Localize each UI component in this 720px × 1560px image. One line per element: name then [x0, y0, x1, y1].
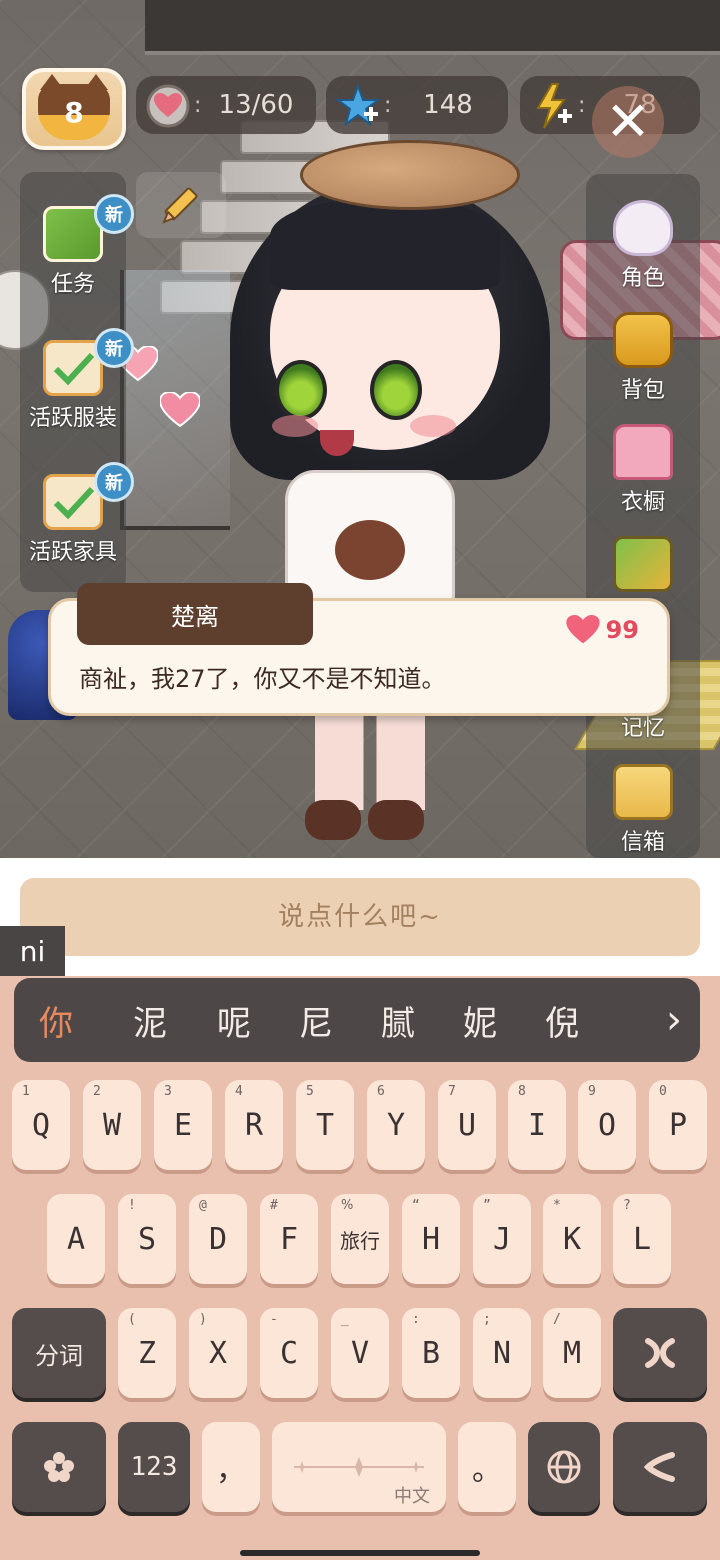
sidebar-item-wardrobe[interactable]: 衣橱	[590, 424, 696, 516]
key-u[interactable]: 7U	[438, 1080, 496, 1170]
beret	[300, 140, 520, 210]
key-q[interactable]: 1Q	[12, 1080, 70, 1170]
candidate-item[interactable]: 妮	[440, 978, 520, 1062]
dialog-box[interactable]: 楚离 99 商祉，我27了，你又不是不知道。	[48, 583, 670, 716]
new-badge: 新	[94, 462, 134, 502]
period-key[interactable]: 。	[458, 1422, 516, 1512]
shirt-icon	[613, 424, 673, 480]
sidebar-item-character[interactable]: 角色	[590, 200, 696, 292]
key-j[interactable]: ” J	[473, 1194, 531, 1284]
envelope-icon	[613, 764, 673, 820]
key-m[interactable]: / M	[543, 1308, 601, 1398]
character-chuli[interactable]	[210, 140, 570, 858]
heart-icon	[565, 615, 600, 644]
fox-character-icon	[613, 200, 673, 256]
key-f[interactable]: # F	[260, 1194, 318, 1284]
key-c[interactable]: -C	[260, 1308, 318, 1398]
sidebar-item-paint[interactable]	[590, 536, 696, 592]
key-g[interactable]: % 旅行	[331, 1194, 389, 1284]
sidebar-item-active-outfits[interactable]: 新 活跃服装	[20, 328, 134, 432]
globe-key[interactable]	[528, 1422, 600, 1512]
affection-value: 99	[605, 616, 639, 644]
stars-counter[interactable]: : 148	[326, 76, 508, 134]
sidebar-item-mailbox[interactable]: 信箱	[590, 764, 696, 856]
key-z[interactable]: (Z	[118, 1308, 176, 1398]
paint-roller-icon	[613, 536, 673, 592]
key-y[interactable]: 6Y	[367, 1080, 425, 1170]
key-n[interactable]: ; N	[473, 1308, 531, 1398]
candidate-item[interactable]: 腻	[358, 978, 438, 1062]
home-indicator[interactable]	[240, 1550, 480, 1556]
key-a[interactable]: A	[47, 1194, 105, 1284]
level-badge[interactable]: 8	[22, 68, 126, 150]
flower-icon	[44, 1452, 74, 1482]
candidate-bar: 你 泥 呢 尼 腻 妮 倪 ›	[14, 978, 700, 1062]
key-p[interactable]: 0P	[649, 1080, 707, 1170]
space-key[interactable]: 中文	[272, 1422, 446, 1512]
dialog-message: 商祉，我27了，你又不是不知道。	[79, 665, 446, 693]
ime-mode-label: 中文	[394, 1486, 430, 1507]
speaker-name: 楚离	[77, 583, 313, 645]
bear-print	[335, 520, 405, 580]
key-d[interactable]: @ D	[189, 1194, 247, 1284]
new-badge: 新	[94, 194, 134, 234]
hearts-value: 13/60	[218, 90, 294, 120]
key-b[interactable]: :B	[402, 1308, 460, 1398]
key-t[interactable]: 5T	[296, 1080, 354, 1170]
candidate-item[interactable]: 你	[16, 978, 96, 1062]
lightning-plus-icon	[528, 82, 576, 130]
key-i[interactable]: 8I	[508, 1080, 566, 1170]
key-s[interactable]: ! S	[118, 1194, 176, 1284]
chevron-right-icon[interactable]: ›	[666, 978, 682, 1062]
wall-top	[145, 0, 720, 55]
stars-value: 148	[423, 90, 473, 120]
key-h[interactable]: “H	[402, 1194, 460, 1284]
heart-icon	[144, 82, 192, 130]
ime-keyboard: 你 泥 呢 尼 腻 妮 倪 › 1Q 2W 3E 4R 5T 6Y 7U 8I …	[0, 976, 720, 1560]
sidebar-item-active-furniture[interactable]: 新 活跃家具	[20, 462, 134, 566]
new-badge: 新	[94, 328, 134, 368]
key-l[interactable]: ? L	[613, 1194, 671, 1284]
ime-composing-text: ni	[0, 926, 65, 976]
candidate-item[interactable]: 泥	[110, 978, 190, 1062]
key-e[interactable]: 3E	[154, 1080, 212, 1170]
globe-icon	[547, 1450, 581, 1484]
comma-key[interactable]: ，	[202, 1422, 260, 1512]
level-number: 8	[64, 96, 84, 129]
symbols-key[interactable]	[12, 1422, 106, 1512]
backpack-icon	[613, 312, 673, 368]
delete-key[interactable]	[613, 1308, 707, 1398]
affection-meter: 99	[565, 615, 639, 645]
segment-key[interactable]: 分词	[12, 1308, 106, 1398]
key-o[interactable]: 9O	[578, 1080, 636, 1170]
backspace-petal-icon	[645, 1338, 675, 1368]
candidate-item[interactable]: 倪	[522, 978, 602, 1062]
close-icon[interactable]: ✕	[592, 86, 664, 158]
key-v[interactable]: _ V	[331, 1308, 389, 1398]
sidebar-item-backpack[interactable]: 背包	[590, 312, 696, 404]
chat-input[interactable]	[20, 878, 700, 956]
key-x[interactable]: ) X	[189, 1308, 247, 1398]
floating-heart-icon	[160, 392, 200, 428]
key-k[interactable]: * K	[543, 1194, 601, 1284]
candidate-item[interactable]: 尼	[276, 978, 356, 1062]
star-plus-icon	[334, 82, 382, 130]
sparkle-divider-icon	[294, 1457, 424, 1477]
pencil-icon[interactable]	[136, 172, 226, 238]
numbers-key[interactable]: 123	[118, 1422, 190, 1512]
candidate-item[interactable]: 呢	[194, 978, 274, 1062]
key-r[interactable]: 4R	[225, 1080, 283, 1170]
enter-key[interactable]	[613, 1422, 707, 1512]
hearts-counter[interactable]: : 13/60	[136, 76, 316, 134]
key-w[interactable]: 2W	[83, 1080, 141, 1170]
sidebar-item-tasks[interactable]: 新 任务	[20, 194, 134, 298]
return-petal-icon	[643, 1452, 675, 1482]
